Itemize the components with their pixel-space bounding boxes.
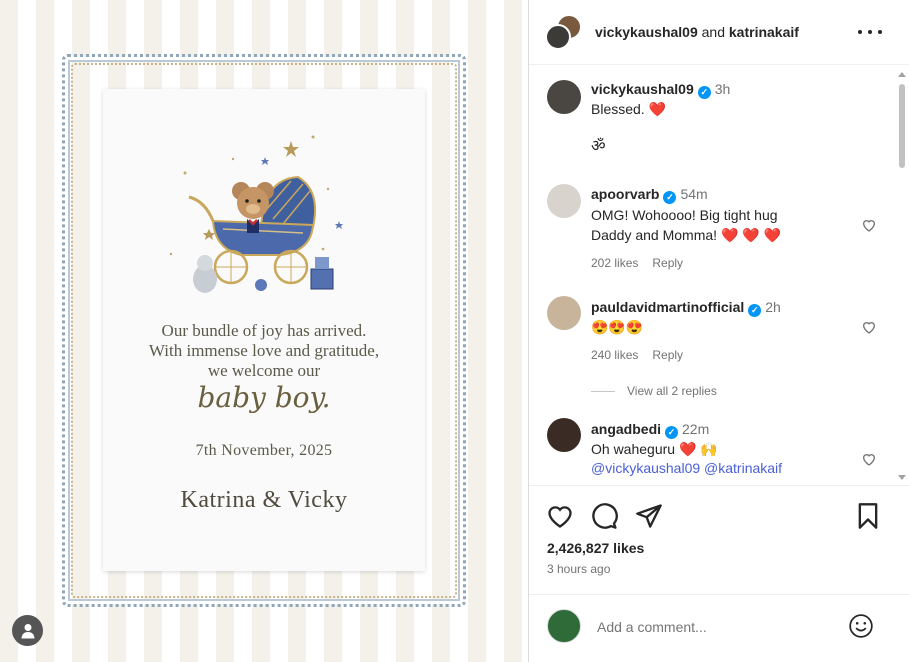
comment-avatar[interactable] — [547, 184, 581, 218]
comment-likes[interactable]: 202 likes — [591, 256, 638, 270]
save-bookmark-icon[interactable] — [854, 502, 882, 530]
verified-badge-icon: ✓ — [748, 304, 762, 317]
comment-username: pauldavidmartinofficial ✓ 2h — [591, 299, 781, 317]
comment-user-link[interactable]: angadbedi — [591, 421, 661, 437]
post-media[interactable]: Our bundle of joy has arrived. With imme… — [0, 0, 528, 662]
verified-badge-icon: ✓ — [663, 191, 677, 204]
comment-meta: 202 likes Reply — [591, 256, 697, 270]
card-names: Katrina & Vicky — [180, 487, 348, 513]
comment-mentions[interactable]: @vickykaushal09 @katrinakaif — [591, 458, 782, 478]
comment-user-link[interactable]: vickykaushal09 — [591, 81, 694, 97]
baby-pram-illustration — [169, 135, 343, 293]
header-user-2[interactable]: katrinakaif — [729, 24, 799, 40]
comment-text: 😍😍😍 — [591, 319, 644, 335]
comment-user-link[interactable]: apoorvarb — [591, 186, 659, 202]
verified-badge-icon: ✓ — [665, 426, 679, 439]
post-side-panel: vickykaushal09 and katrinakaif vickykaus… — [528, 0, 909, 662]
emoji-smiley-icon[interactable] — [848, 613, 874, 639]
comment-avatar[interactable] — [547, 418, 581, 452]
comment-time: 22m — [682, 421, 710, 437]
like-comment-heart-icon[interactable] — [861, 319, 877, 335]
more-options-button[interactable] — [858, 22, 882, 42]
comment-username: angadbedi ✓ 22m — [591, 421, 709, 439]
card-date: 7th November, 2025 — [195, 442, 333, 459]
scroll-thumb[interactable] — [899, 84, 905, 168]
avatar-vickykaushal09[interactable] — [545, 24, 571, 50]
add-comment-input[interactable] — [597, 619, 827, 635]
card-script-text: baby boy. — [197, 381, 331, 414]
comment-meta: 240 likes Reply — [591, 348, 697, 362]
view-replies-label: View all 2 replies — [627, 384, 717, 398]
user-icon — [21, 623, 34, 638]
like-heart-icon[interactable] — [546, 502, 574, 530]
comment-username: vickykaushal09 ✓ 3h — [591, 81, 730, 99]
scroll-up-arrow-icon[interactable] — [898, 72, 906, 77]
comment-likes[interactable]: 240 likes — [591, 348, 638, 362]
like-comment-heart-icon[interactable] — [861, 217, 877, 233]
comments-scrollbar[interactable] — [897, 70, 907, 482]
comments-list[interactable]: vickykaushal09 ✓ 3h Blessed. ❤️ ॐ apoorvar… — [529, 66, 909, 484]
comment-time: 54m — [680, 186, 708, 202]
comment-time: 3h — [714, 81, 731, 97]
announcement-card: Our bundle of joy has arrived. With imme… — [103, 89, 425, 571]
reply-button[interactable]: Reply — [652, 348, 683, 362]
comment-text-line-2: Daddy and Momma! ❤️ ❤️ ❤️ — [591, 227, 782, 243]
caption-extra: ॐ — [591, 138, 606, 155]
card-message: Our bundle of joy has arrived. With imme… — [103, 321, 425, 381]
comment-text-line-1: OMG! Wohoooo! Big tight hug — [591, 207, 778, 223]
comment-user-link[interactable]: pauldavidmartinofficial — [591, 299, 744, 315]
current-user-avatar[interactable] — [547, 609, 581, 643]
like-comment-heart-icon[interactable] — [861, 451, 877, 467]
scroll-down-arrow-icon[interactable] — [898, 475, 906, 480]
add-comment-bar — [529, 594, 909, 662]
header-usernames: vickykaushal09 and katrinakaif — [595, 24, 799, 40]
header-and-text: and — [701, 24, 725, 40]
comment-avatar[interactable] — [547, 80, 581, 114]
verified-badge-icon: ✓ — [697, 86, 711, 99]
post-actions: 2,426,827 likes 3 hours ago — [529, 485, 909, 585]
card-message-line-2: With immense love and gratitude, — [148, 341, 380, 360]
comment-time: 2h — [765, 299, 781, 315]
profile-button[interactable] — [12, 615, 43, 646]
post-header: vickykaushal09 and katrinakaif — [529, 0, 909, 65]
card-message-line-1: Our bundle of joy has arrived. — [161, 321, 367, 340]
comment-bubble-icon[interactable] — [590, 502, 618, 530]
caption-text: Blessed. ❤️ — [591, 101, 667, 117]
likes-count[interactable]: 2,426,827 likes — [547, 540, 644, 556]
comment-username: apoorvarb ✓ 54m — [591, 186, 708, 204]
comment-text: Oh waheguru ❤️ 🙌 — [591, 441, 718, 457]
header-user-1[interactable]: vickykaushal09 — [595, 24, 698, 40]
card-message-line-3: we welcome our — [207, 361, 321, 380]
post-time-ago: 3 hours ago — [547, 562, 611, 576]
reply-button[interactable]: Reply — [652, 256, 683, 270]
comment-avatar[interactable] — [547, 296, 581, 330]
share-send-icon[interactable] — [635, 502, 663, 530]
view-replies-button[interactable]: View all 2 replies — [591, 384, 717, 398]
